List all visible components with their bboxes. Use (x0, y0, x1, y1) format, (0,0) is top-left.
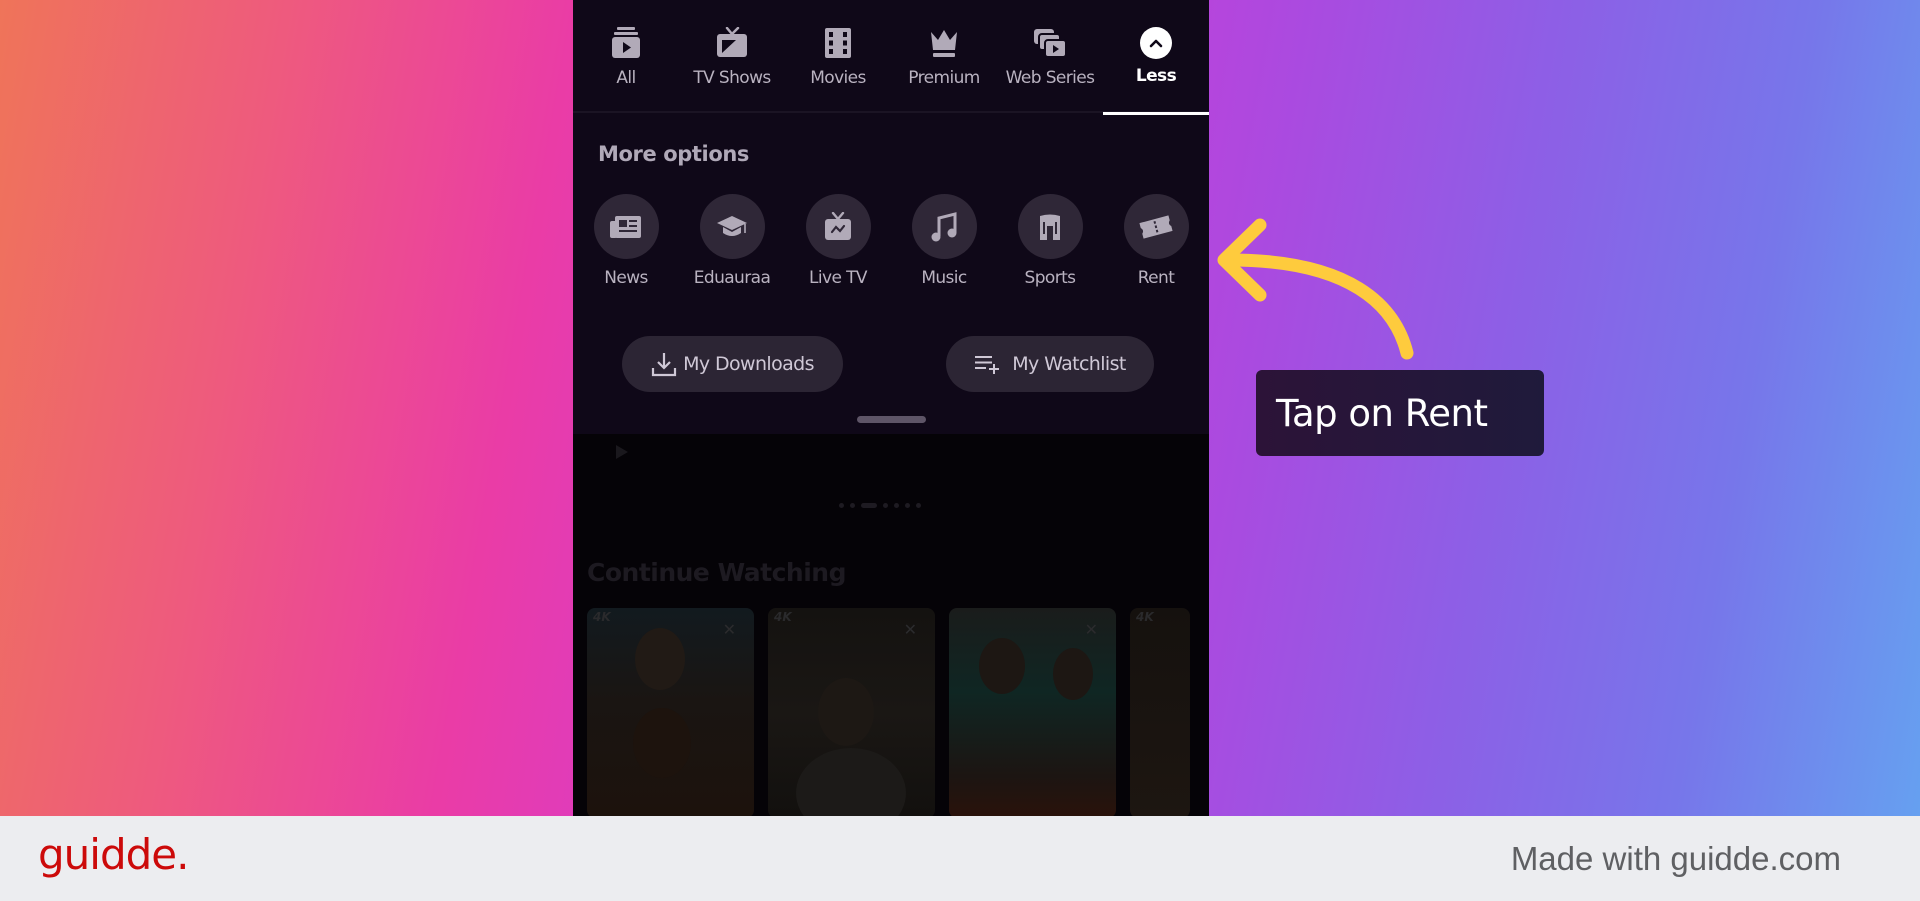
4k-badge: 4K (774, 610, 792, 624)
tab-web-series[interactable]: Web Series (997, 0, 1103, 113)
sheet-drag-handle[interactable] (857, 416, 926, 423)
option-sports[interactable]: Sports (997, 194, 1103, 294)
download-icon (651, 353, 677, 377)
4k-badge: 4K (1136, 610, 1154, 624)
option-live-tv[interactable]: Live TV (785, 194, 891, 294)
instruction-callout: Tap on Rent (1256, 370, 1544, 456)
guidde-logo: guidde. (38, 830, 189, 879)
tab-label: Less (1135, 66, 1177, 86)
tab-label: Web Series (1005, 68, 1095, 88)
ticket-icon (1139, 214, 1173, 239)
option-label: News (604, 268, 648, 288)
more-options-title: More options (598, 142, 750, 166)
tab-movies[interactable]: Movies (785, 0, 891, 113)
option-news[interactable]: News (573, 194, 679, 294)
tab-premium[interactable]: Premium (891, 0, 997, 113)
4k-badge: 4K (593, 610, 611, 624)
tab-label: All (616, 68, 636, 88)
close-icon[interactable]: ✕ (723, 620, 736, 639)
my-downloads-button[interactable]: My Downloads (622, 336, 843, 392)
dimmed-home-content: Continue Watching 4K ✕ 4K ✕ ✕ 4K (573, 434, 1209, 816)
option-label: Rent (1137, 268, 1175, 288)
more-options-sheet: All TV Shows Movies Premium Web Series L… (573, 0, 1209, 434)
continue-watching-card[interactable]: 4K ✕ (587, 608, 754, 816)
active-tab-indicator (1103, 112, 1209, 115)
web-series-icon (1033, 26, 1067, 60)
option-rent[interactable]: Rent (1103, 194, 1209, 294)
option-label: Sports (1024, 268, 1077, 288)
background-gradient: All TV Shows Movies Premium Web Series L… (0, 0, 1920, 816)
option-label: Eduauraa (693, 268, 771, 288)
made-with-text: Made with guidde.com (1510, 840, 1841, 877)
continue-watching-row: 4K ✕ 4K ✕ ✕ 4K (587, 608, 1190, 816)
tv-icon (715, 26, 749, 60)
chevron-up-icon (1140, 27, 1172, 59)
music-note-icon (931, 211, 957, 241)
tab-all[interactable]: All (573, 0, 679, 113)
option-label: Live TV (809, 268, 868, 288)
tab-label: Movies (810, 68, 866, 88)
my-downloads-label: My Downloads (683, 353, 814, 375)
graduation-cap-icon (717, 215, 747, 236)
sports-jersey-icon (1040, 214, 1060, 240)
continue-watching-card[interactable]: 4K (1130, 608, 1190, 816)
pointer-arrow-icon (1217, 218, 1414, 360)
film-icon (821, 26, 855, 60)
option-eduauraa[interactable]: Eduauraa (679, 194, 785, 294)
live-tv-icon (825, 211, 851, 240)
newspaper-icon (610, 215, 641, 238)
playlist-add-icon (975, 356, 1000, 374)
tab-label: Premium (908, 68, 980, 88)
carousel-indicator (839, 503, 921, 508)
close-icon[interactable]: ✕ (1085, 620, 1098, 639)
option-music[interactable]: Music (891, 194, 997, 294)
my-watchlist-label: My Watchlist (1012, 353, 1126, 375)
tab-label: TV Shows (693, 68, 771, 88)
close-icon[interactable]: ✕ (904, 620, 917, 639)
phone-screen: All TV Shows Movies Premium Web Series L… (573, 0, 1209, 816)
continue-watching-title: Continue Watching (587, 558, 846, 587)
tab-tv-shows[interactable]: TV Shows (679, 0, 785, 113)
crown-icon (927, 26, 961, 60)
all-content-icon (609, 26, 643, 60)
option-label: Music (921, 268, 967, 288)
more-options-list: News Eduauraa Live TV Music Sports Rent (573, 194, 1209, 294)
category-tabs: All TV Shows Movies Premium Web Series L… (573, 0, 1209, 115)
continue-watching-card[interactable]: 4K ✕ (768, 608, 935, 816)
my-watchlist-button[interactable]: My Watchlist (946, 336, 1154, 392)
play-icon (615, 444, 629, 464)
continue-watching-card[interactable]: ✕ (949, 608, 1116, 816)
tab-less[interactable]: Less (1103, 0, 1209, 115)
footer: guidde. Made with guidde.com (0, 816, 1920, 901)
